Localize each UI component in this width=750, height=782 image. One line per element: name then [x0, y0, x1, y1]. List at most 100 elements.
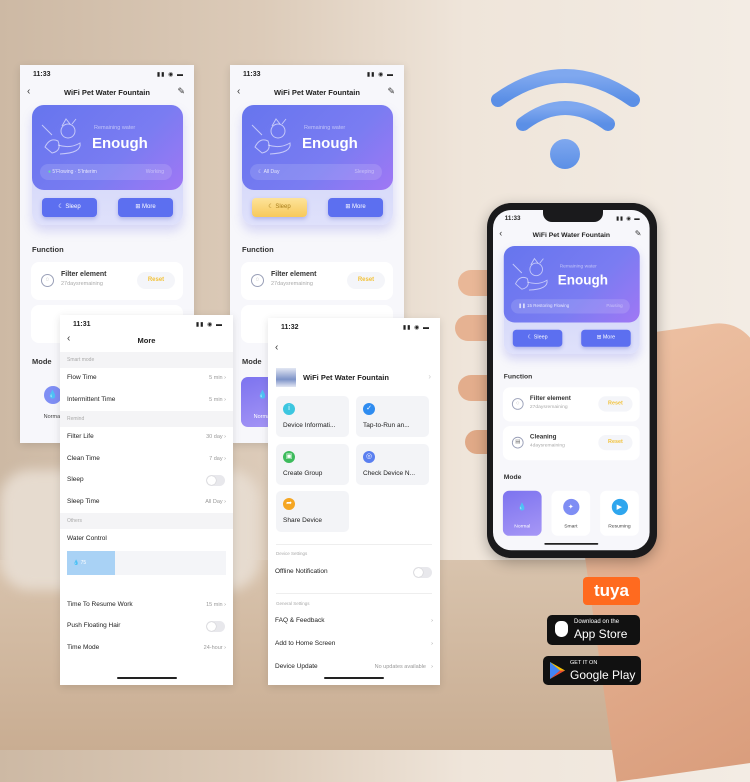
- sleep-button[interactable]: ☾ Sleep: [42, 198, 97, 217]
- function-card: ◌ Filter element 27daysremaining Reset: [502, 387, 640, 422]
- function-subtitle: 27daysremaining: [61, 281, 103, 287]
- tile-group[interactable]: ▣ Create Group: [276, 444, 349, 485]
- reset-button[interactable]: Reset: [347, 272, 385, 289]
- status-card: Remaining water Enough ● 5'Flowing · 5'I…: [32, 105, 183, 225]
- smart-icon: ✦: [562, 498, 579, 516]
- tile-label: Device Informati...: [283, 422, 336, 429]
- status-time: 11:33: [504, 215, 521, 222]
- edit-icon[interactable]: ✎: [387, 86, 395, 97]
- row-value: 5 min: [209, 396, 223, 403]
- toggle-switch[interactable]: [206, 621, 225, 632]
- sleep-button[interactable]: ☾ Sleep: [252, 198, 307, 217]
- status-icons: ▮▮ ◉ ▬: [616, 216, 641, 222]
- check-icon: ✓: [363, 403, 375, 415]
- pet-fountain-illustration: [512, 257, 548, 291]
- chevron-right-icon: ›: [224, 434, 226, 440]
- chevron-right-icon: ›: [224, 396, 226, 403]
- mode-label: Smart: [564, 524, 578, 530]
- page-title: WiFi Pet Water Fountain: [64, 88, 150, 97]
- moon-icon: ☾: [527, 335, 533, 341]
- row-label: Time Mode: [67, 643, 100, 651]
- chevron-right-icon: ›: [224, 455, 226, 462]
- share-icon: ➦: [283, 498, 295, 510]
- row-value: All Day: [205, 498, 223, 505]
- function-title: Filter element: [271, 271, 317, 278]
- row-label: Device Update: [275, 663, 318, 670]
- apple-icon: [555, 621, 568, 637]
- slider-value: 75: [80, 559, 87, 566]
- work-status-pill: ● 5'Flowing · 5'Interim Working: [40, 164, 172, 180]
- tile-info[interactable]: i Device Informati...: [276, 396, 349, 437]
- status-icons: ▮▮ ◉ ▬: [195, 322, 223, 328]
- setting-row[interactable]: Sleep Time All Day ›: [60, 491, 233, 512]
- reset-button[interactable]: Reset: [598, 396, 633, 412]
- tile-network[interactable]: ◎ Check Device N...: [356, 444, 429, 485]
- water-control-slider[interactable]: 💧 75: [67, 550, 226, 575]
- mode-normal[interactable]: 💧 Normal: [502, 490, 542, 536]
- row-label: Push Floating Hair: [67, 622, 121, 629]
- offline-notification-toggle[interactable]: [413, 567, 432, 578]
- chevron-right-icon: ›: [224, 375, 226, 381]
- status-icons: ▮▮ ◉ ▬: [366, 72, 394, 78]
- back-button[interactable]: ‹: [275, 342, 278, 353]
- tile-label: Check Device N...: [363, 470, 416, 477]
- edit-icon[interactable]: ✎: [635, 229, 642, 239]
- setting-row[interactable]: Sleep: [60, 470, 233, 490]
- page-title: More: [137, 336, 156, 345]
- device-name[interactable]: WiFi Pet Water Fountain: [303, 373, 389, 382]
- more-label: More: [352, 204, 366, 210]
- sleep-label: Sleep: [275, 204, 291, 210]
- setting-row[interactable]: Intermittent Time 5 min ›: [60, 389, 233, 410]
- setting-row[interactable]: Filter Life 30 day ›: [60, 427, 233, 447]
- tuya-logo: tuya: [583, 577, 640, 605]
- row-value: 30 day: [206, 434, 223, 440]
- status-card: Remaining water Enough ❚❚ 15 Restoring F…: [503, 246, 640, 354]
- setting-row[interactable]: Time To Resume Work 15 min ›: [60, 594, 233, 615]
- status-time: 11:33: [33, 71, 51, 78]
- more-button[interactable]: ⊞ More: [328, 198, 383, 217]
- work-status-pill: ❚❚ 15 Restoring Flowing Pausing: [511, 299, 630, 314]
- status-card-panel: Remaining water Enough ❚❚ 15 Restoring F…: [503, 246, 640, 323]
- status-card: Remaining water Enough ☾ All Day Sleeping…: [242, 105, 393, 225]
- sleep-button[interactable]: ☾ Sleep: [512, 329, 563, 347]
- setting-row[interactable]: Clean Time 7 day ›: [60, 448, 233, 469]
- play-icon: ▶: [611, 498, 628, 516]
- more-button[interactable]: ⊞ More: [118, 198, 173, 217]
- row-value: 15 min: [206, 601, 223, 608]
- setting-row[interactable]: Time Mode 24-hour ›: [60, 637, 233, 658]
- function-title: Filter element: [61, 271, 107, 278]
- remaining-water-value: Enough: [302, 135, 358, 152]
- faq-row[interactable]: FAQ & Feedback ›: [268, 611, 440, 631]
- status-state: Sleeping: [354, 169, 374, 175]
- screen-more-settings: 11:31 ▮▮ ◉ ▬ ‹ More Smart mode Flow Time 5…: [60, 315, 233, 685]
- badge-big-text: Google Play: [570, 668, 636, 682]
- google-play-badge[interactable]: GET IT ON Google Play: [543, 656, 641, 685]
- tile-check[interactable]: ✓ Tap-to-Run an...: [356, 396, 429, 437]
- setting-row[interactable]: Water Control: [60, 529, 233, 549]
- toggle-switch[interactable]: [206, 475, 225, 486]
- more-button[interactable]: ⊞ More: [581, 329, 631, 347]
- more-label: More: [602, 335, 616, 341]
- add-home-row[interactable]: Add to Home Screen ›: [268, 634, 440, 654]
- reset-button[interactable]: Reset: [598, 435, 633, 451]
- mode-resuming[interactable]: ▶ Resuming: [600, 490, 639, 536]
- sleep-label: Sleep: [533, 335, 548, 341]
- mode-smart[interactable]: ✦ Smart: [551, 490, 591, 536]
- edit-icon[interactable]: ✎: [177, 86, 185, 97]
- row-value: No updates available: [374, 664, 426, 670]
- chevron-right-icon: ›: [431, 618, 433, 624]
- reset-button[interactable]: Reset: [137, 272, 175, 289]
- row-label: Sleep: [67, 476, 84, 483]
- section-header: Remind: [60, 411, 233, 427]
- status-time: 11:32: [281, 324, 299, 331]
- setting-row[interactable]: Flow Time 5 min ›: [60, 368, 233, 388]
- tile-label: Share Device: [283, 517, 323, 524]
- home-indicator: [324, 677, 384, 679]
- moon-icon: ☾: [58, 204, 64, 210]
- device-update-row[interactable]: Device Update No updates available ›: [268, 657, 440, 677]
- tile-share[interactable]: ➦ Share Device: [276, 491, 349, 532]
- status-detail: 5'Flowing · 5'Interim: [52, 169, 97, 175]
- phone-notch: [543, 210, 603, 222]
- setting-row[interactable]: Push Floating Hair: [60, 616, 233, 636]
- app-store-badge[interactable]: Download on the App Store: [547, 615, 640, 645]
